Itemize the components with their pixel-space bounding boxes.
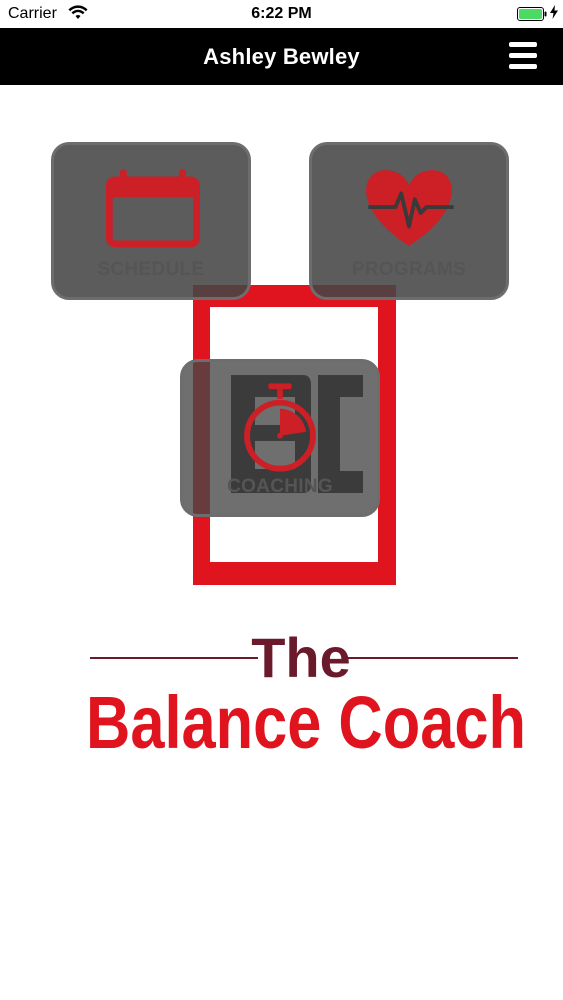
page-title: Ashley Bewley: [203, 44, 360, 69]
logo-line1: The: [251, 626, 351, 689]
calendar-icon: [105, 169, 200, 248]
brand-wordmark: The Balance Coach: [86, 626, 526, 764]
charging-bolt-icon: [550, 5, 558, 19]
status-bar: Carrier 6:22 PM: [0, 0, 563, 28]
heart-pulse-icon: [366, 170, 454, 246]
schedule-tile[interactable]: SCHEDULE: [51, 142, 251, 300]
status-time: 6:22 PM: [251, 5, 312, 22]
hamburger-menu-icon[interactable]: [509, 42, 537, 72]
logo-line2: Balance Coach: [86, 681, 526, 764]
navigation-bar: Ashley Bewley: [0, 28, 563, 85]
programs-label: PROGRAMS: [351, 259, 467, 280]
schedule-label: SCHEDULE: [97, 259, 205, 280]
programs-tile[interactable]: PROGRAMS: [309, 142, 509, 300]
battery-icon: [517, 7, 547, 21]
coaching-tile[interactable]: COACHING: [180, 359, 380, 517]
coaching-label: COACHING: [227, 476, 333, 497]
stopwatch-icon: [244, 383, 316, 472]
